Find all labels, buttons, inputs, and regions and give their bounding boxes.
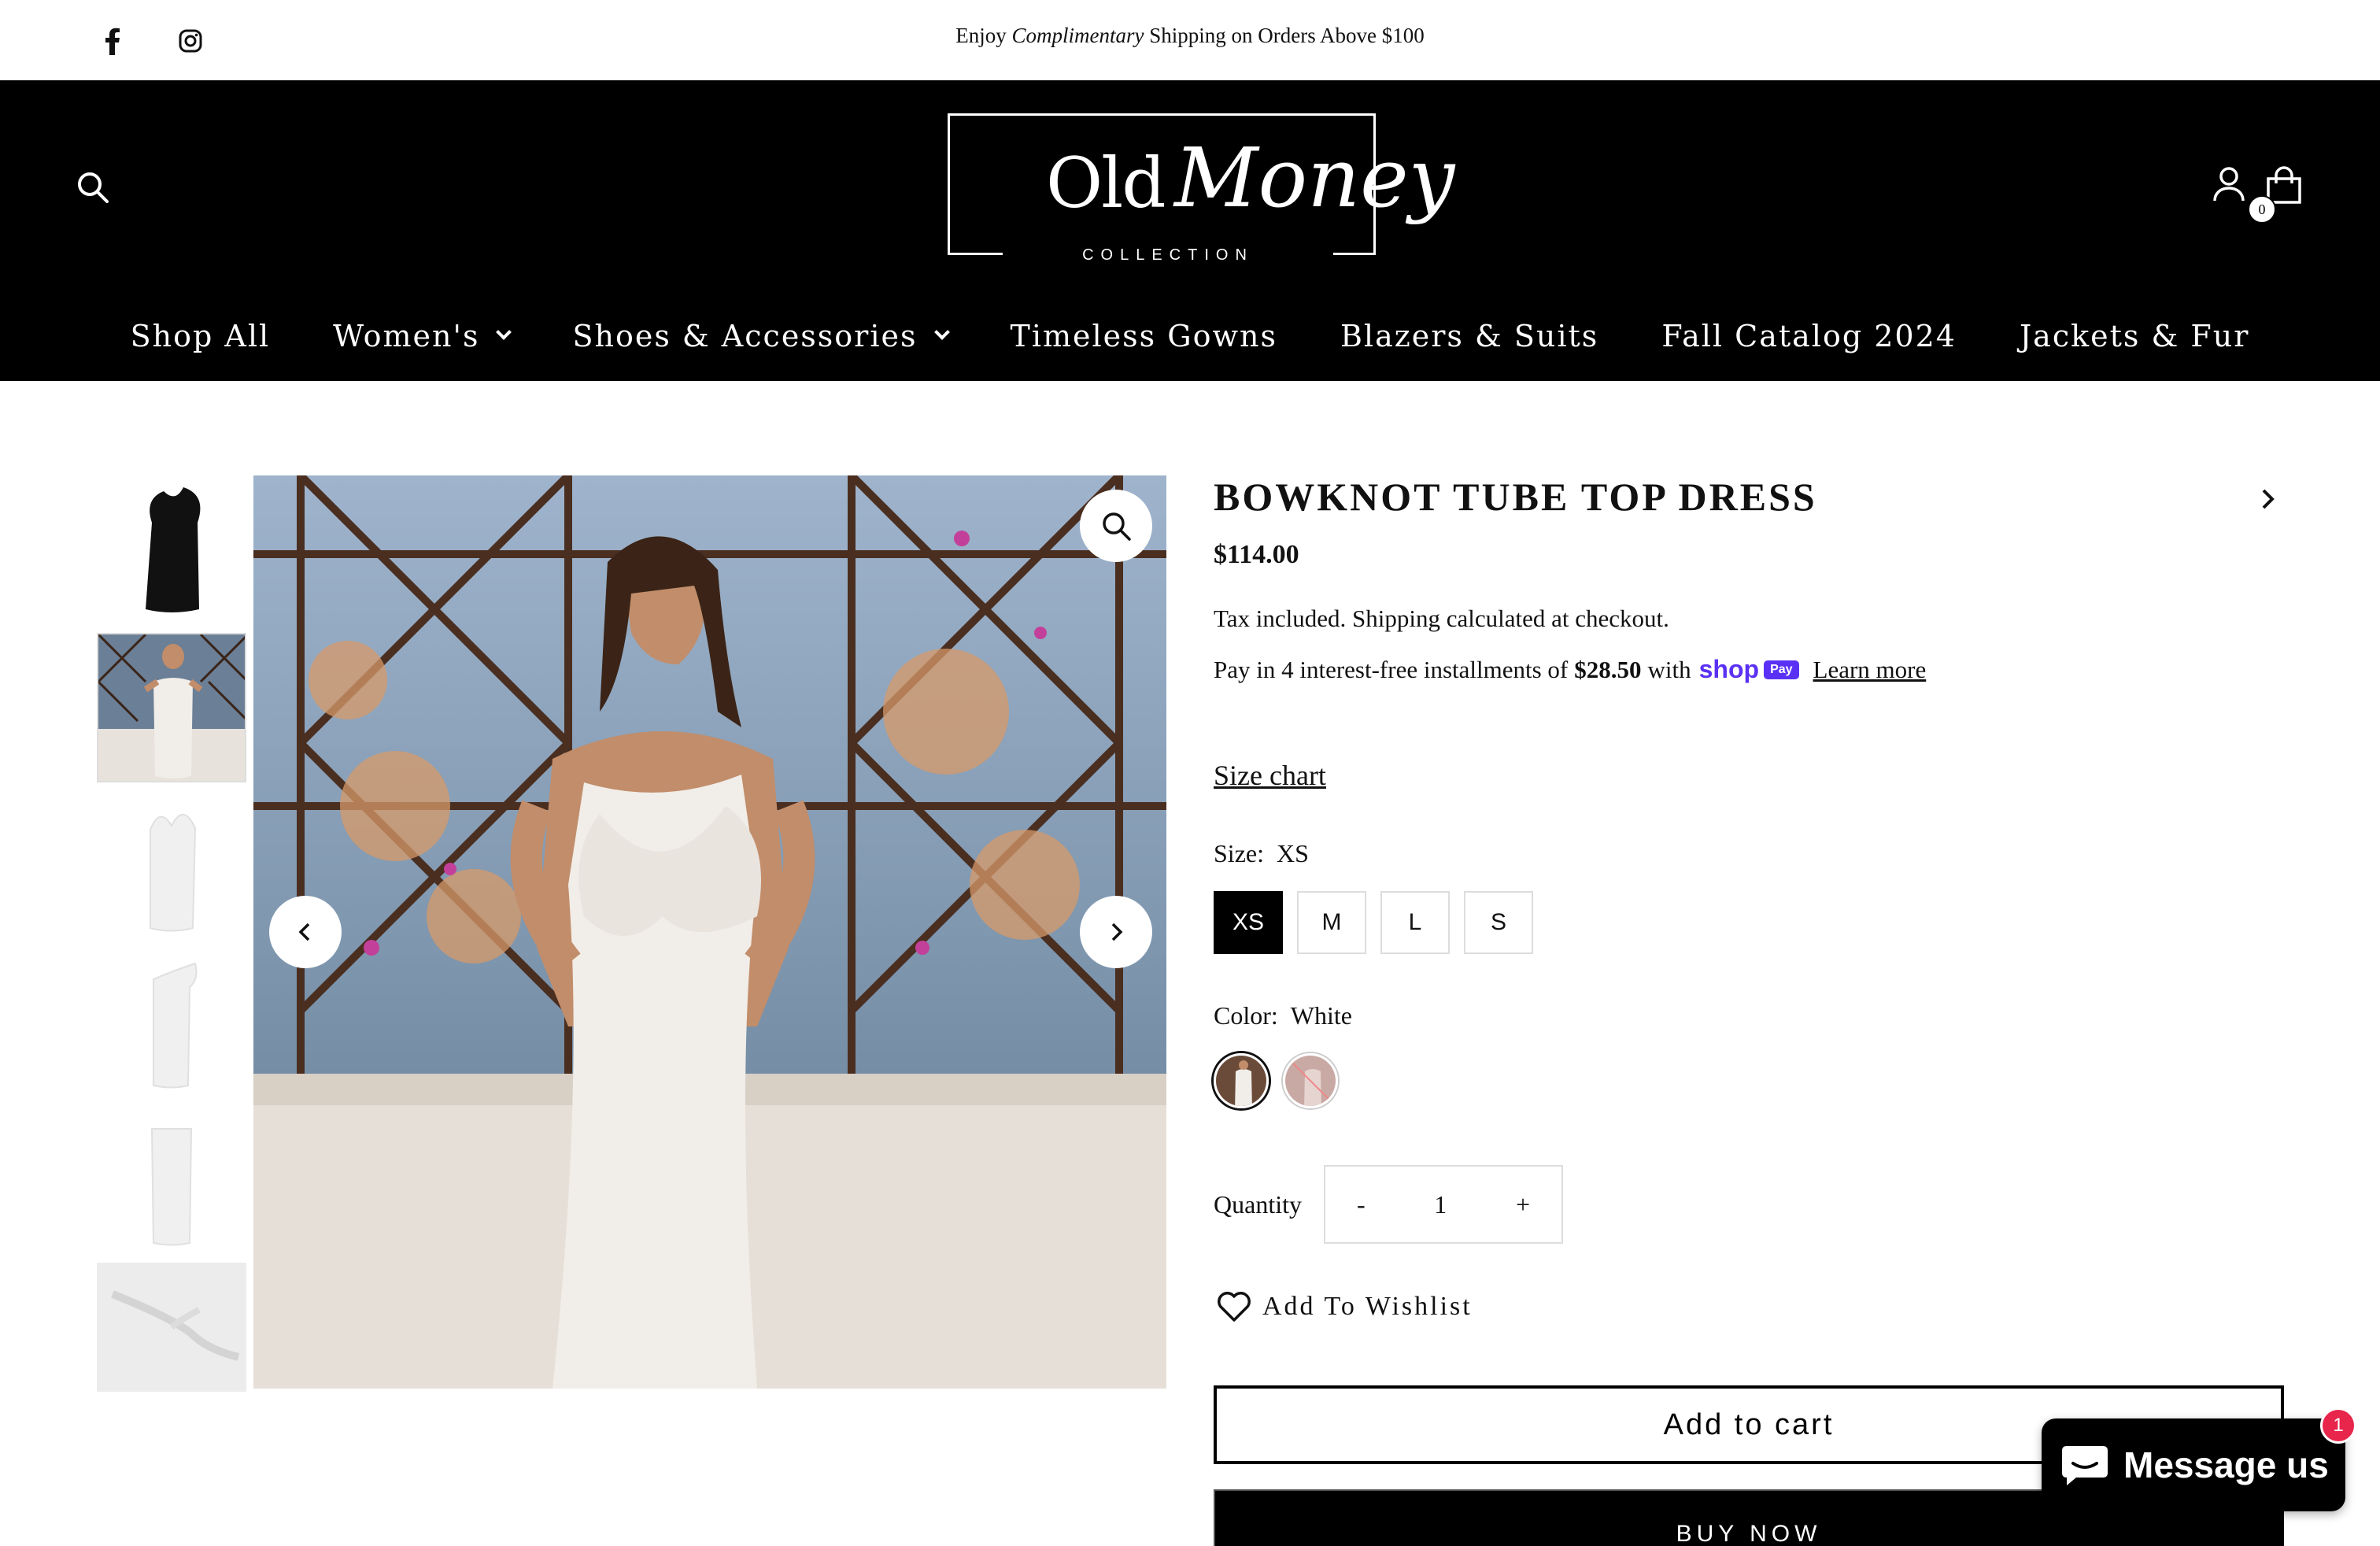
size-option-xs[interactable]: XS: [1214, 891, 1283, 954]
selected-size: XS: [1276, 839, 1309, 867]
thumbnail-black-dress[interactable]: [97, 475, 246, 625]
color-label: Color: White: [1214, 1001, 1352, 1030]
nav-blazers-suits[interactable]: Blazers & Suits: [1340, 319, 1598, 353]
quantity-decrease-button[interactable]: -: [1357, 1190, 1366, 1219]
quantity-input[interactable]: 1: [1434, 1190, 1447, 1219]
logo-word-old: Old: [1046, 142, 1166, 224]
size-option-l[interactable]: L: [1380, 891, 1450, 954]
installment-amount: $28.50: [1574, 655, 1642, 683]
shop-pay-logo: shop: [1698, 655, 1760, 683]
chevron-right-icon: [2262, 489, 2275, 509]
nav-timeless-gowns[interactable]: Timeless Gowns: [1011, 319, 1277, 353]
nav-fall-catalog[interactable]: Fall Catalog 2024: [1661, 319, 1957, 353]
announcement-bar: Enjoy Complimentary Shipping on Orders A…: [0, 0, 2380, 80]
search-icon[interactable]: [72, 167, 113, 208]
cart-count-badge: 0: [2248, 195, 2276, 224]
size-chart-link[interactable]: Size chart: [1214, 759, 1326, 792]
installments-note: Pay in 4 interest-free installments of $…: [1214, 655, 1926, 684]
add-to-wishlist-button[interactable]: Add To Wishlist: [1217, 1291, 1473, 1322]
size-option-s[interactable]: S: [1464, 891, 1533, 954]
thumbnail-white-dress-front[interactable]: [97, 790, 246, 940]
nav-shoes-accessories[interactable]: Shoes & Accessories: [572, 319, 950, 353]
logo-word-money: Money: [1174, 130, 1455, 226]
color-swatches: [1214, 1053, 1352, 1108]
size-label: Size: XS: [1214, 839, 1309, 867]
color-swatch-white[interactable]: [1214, 1053, 1269, 1108]
main-navigation: Shop All Women's Shoes & Accessories Tim…: [0, 309, 2380, 364]
site-logo[interactable]: Old Money COLLECTION: [948, 113, 1454, 272]
chevron-left-icon: [298, 923, 310, 941]
nav-womens[interactable]: Women's: [333, 319, 512, 353]
thumbnail-white-dress-side[interactable]: [97, 948, 246, 1097]
quantity-increase-button[interactable]: +: [1516, 1190, 1530, 1219]
nav-jackets-fur[interactable]: Jackets & Fur: [2020, 319, 2249, 353]
main-product-image[interactable]: [253, 475, 1166, 1389]
chat-bubble-icon: [2062, 1446, 2108, 1485]
chevron-right-icon: [1111, 923, 1123, 941]
tax-note: Tax included. Shipping calculated at che…: [1214, 605, 1669, 632]
next-product-button[interactable]: [2252, 483, 2284, 515]
size-options: XS M L S: [1214, 891, 1547, 954]
nav-shop-all[interactable]: Shop All: [131, 319, 271, 353]
learn-more-link[interactable]: Learn more: [1813, 656, 1927, 684]
heart-icon: [1217, 1291, 1251, 1322]
product-price: $114.00: [1214, 540, 1299, 569]
installments-prefix: Pay in 4 interest-free installments of: [1214, 655, 1569, 683]
color-swatch-alternate[interactable]: [1283, 1053, 1338, 1108]
next-image-button[interactable]: [1080, 896, 1152, 968]
logo-tagline: COLLECTION: [1003, 240, 1333, 272]
installments-with: with: [1647, 655, 1691, 683]
quantity-stepper: - 1 +: [1324, 1165, 1563, 1244]
message-us-label: Message us: [2123, 1444, 2329, 1485]
chevron-down-icon: [933, 324, 950, 340]
selected-color: White: [1290, 1001, 1352, 1030]
product-title: BOWKNOT TUBE TOP DRESS: [1214, 475, 1817, 519]
zoom-icon: [1103, 512, 1131, 541]
thumbnail-white-dress-back[interactable]: [97, 1105, 246, 1255]
previous-image-button[interactable]: [269, 896, 342, 968]
chat-notification-badge: 1: [2320, 1407, 2356, 1444]
size-option-m[interactable]: M: [1297, 891, 1366, 954]
wishlist-label: Add To Wishlist: [1262, 1292, 1473, 1321]
announcement-text: Enjoy Complimentary Shipping on Orders A…: [955, 24, 1425, 47]
shop-pay-badge: Pay: [1764, 660, 1799, 679]
thumbnail-fabric-detail[interactable]: [97, 1263, 246, 1392]
message-us-button[interactable]: Message us: [2042, 1418, 2345, 1511]
chevron-down-icon: [496, 324, 512, 340]
zoom-button[interactable]: [1080, 490, 1152, 562]
quantity-label: Quantity: [1214, 1190, 1302, 1219]
thumbnail-model-white-dress[interactable]: [97, 633, 246, 782]
site-header: Old Money COLLECTION 0 Shop All Women's …: [0, 80, 2380, 381]
account-icon[interactable]: [2208, 163, 2250, 205]
